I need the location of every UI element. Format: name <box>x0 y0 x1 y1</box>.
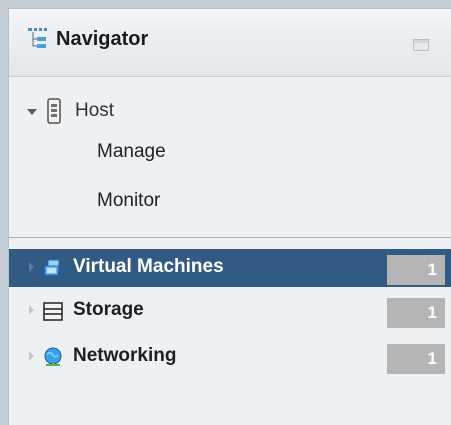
virtual-machines-expand-arrow-icon[interactable] <box>29 262 34 272</box>
storage-label: Storage <box>73 299 144 320</box>
networking-count-badge: 1 <box>387 344 445 374</box>
networking-item[interactable]: Networking 1 <box>9 338 451 376</box>
host-server-icon <box>47 98 61 124</box>
networking-expand-arrow-icon[interactable] <box>29 351 34 361</box>
host-item[interactable]: Host <box>75 99 114 123</box>
navigator-divider <box>9 237 451 238</box>
virtual-machines-count-badge: 1 <box>387 255 445 285</box>
navigator-header: Navigator <box>9 9 451 77</box>
networking-icon <box>44 347 62 366</box>
storage-count-badge: 1 <box>387 298 445 328</box>
navigator-tree-icon <box>28 28 47 48</box>
storage-item[interactable]: Storage 1 <box>9 292 451 330</box>
monitor-item[interactable]: Monitor <box>97 189 160 213</box>
host-expand-caret-icon[interactable] <box>27 109 37 115</box>
virtual-machines-item[interactable]: Virtual Machines 1 <box>9 249 451 287</box>
virtual-machines-icon <box>44 259 60 276</box>
storage-expand-arrow-icon[interactable] <box>29 305 34 315</box>
navigator-panel: Navigator Host Manage Monitor Virtual Ma… <box>8 8 451 425</box>
minimize-button[interactable] <box>413 39 429 51</box>
networking-label: Networking <box>73 345 177 366</box>
navigator-title: Navigator <box>56 28 149 50</box>
navigator-frame: Navigator Host Manage Monitor Virtual Ma… <box>0 0 451 425</box>
virtual-machines-label: Virtual Machines <box>73 256 224 277</box>
storage-icon <box>43 302 63 321</box>
manage-item[interactable]: Manage <box>97 140 166 164</box>
